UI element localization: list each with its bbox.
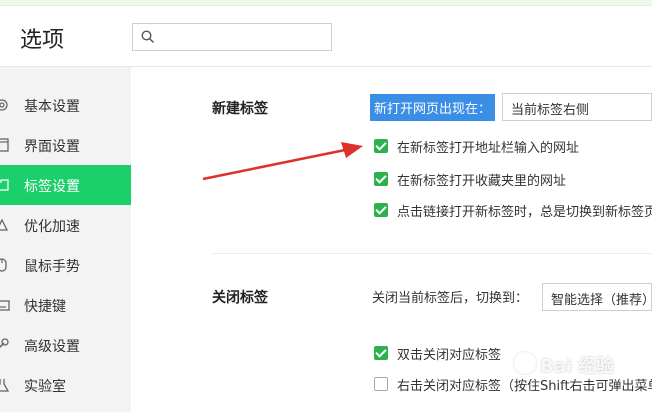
watermark-text: Bai 经验 xyxy=(540,356,615,377)
annotation-arrow xyxy=(202,142,363,181)
watermark-logo xyxy=(514,352,536,374)
